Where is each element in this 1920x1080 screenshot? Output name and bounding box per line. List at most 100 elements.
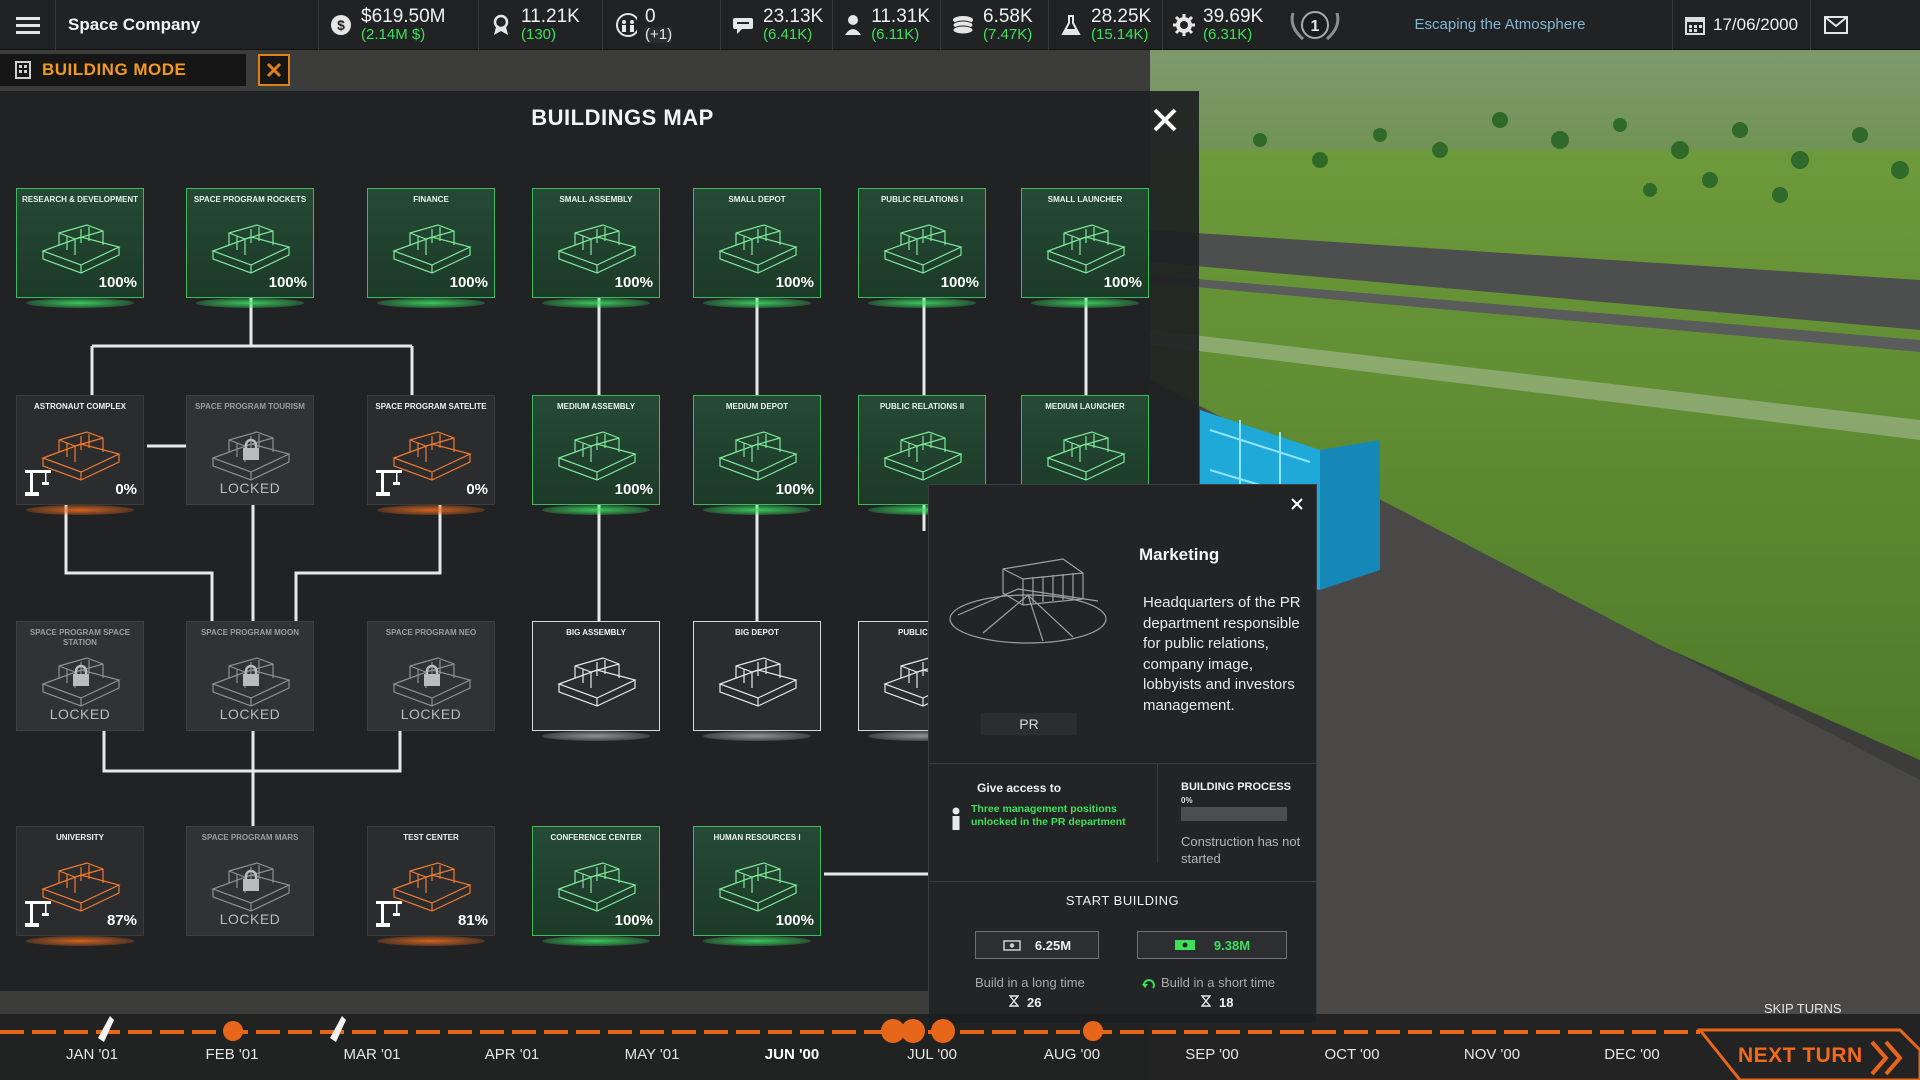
building-card-medium-assembly[interactable]: Medium Assembly100% [532, 395, 660, 505]
card-glow [868, 298, 976, 308]
card-glow [377, 298, 485, 308]
mail-button[interactable] [1810, 0, 1860, 50]
resource-people[interactable]: 11.31K(6.11K) [832, 0, 940, 50]
building-card-space-program-mars[interactable]: Space Program MarsLOCKED [186, 826, 314, 936]
calendar-icon [1685, 15, 1705, 35]
building-name: Finance [372, 195, 490, 205]
building-card-space-program-satelite[interactable]: Space Program Satelite0% [367, 395, 495, 505]
resource-change: (6.31K) [1203, 27, 1263, 43]
month-label[interactable]: OCT '00 [1324, 1046, 1379, 1063]
resource-science[interactable]: 28.25K(15.14K) [1048, 0, 1162, 50]
month-label[interactable]: SEP '00 [1185, 1046, 1238, 1063]
building-card-space-program-moon[interactable]: Space Program MoonLOCKED [186, 621, 314, 731]
building-card-astronaut-complex[interactable]: Astronaut Complex0% [16, 395, 144, 505]
date-display: 17/06/2000 [1672, 0, 1810, 50]
build-percent: 100% [941, 274, 979, 291]
resource-values: 11.21K(130) [521, 7, 580, 43]
month-label[interactable]: APR '01 [485, 1046, 540, 1063]
month-label[interactable]: JAN '01 [66, 1046, 118, 1063]
next-turn-button[interactable]: NEXT TURN [1738, 1044, 1863, 1068]
hourglass-icon [1009, 995, 1019, 1007]
resource-fans[interactable]: 23.13K(6.41K) [720, 0, 832, 50]
building-card-small-assembly[interactable]: Small Assembly100% [532, 188, 660, 298]
resource-value: 11.31K [871, 7, 930, 27]
building-mode-bar: BUILDING MODE [0, 54, 290, 86]
card-glow [542, 505, 650, 515]
building-mode-label: BUILDING MODE [42, 60, 186, 80]
resource-coins[interactable]: 6.58K(7.47K) [940, 0, 1048, 50]
building-card-space-program-neo[interactable]: Space Program NEOLOCKED [367, 621, 495, 731]
building-card-big-assembly[interactable]: Big Assembly [532, 621, 660, 731]
build-percent: 100% [615, 274, 653, 291]
building-card-space-program-space-station[interactable]: Space Program Space StationLOCKED [16, 621, 144, 731]
construction-crane-icon [376, 897, 402, 927]
month-label[interactable]: FEB '01 [206, 1046, 259, 1063]
card-glow [377, 505, 485, 515]
building-card-conference-center[interactable]: Conference Center 100% [532, 826, 660, 936]
building-card-test-center[interactable]: Test Center81% [367, 826, 495, 936]
build-long-button[interactable]: 6.25M [975, 931, 1099, 959]
building-name: Medium Depot [698, 402, 816, 412]
resource-change: (6.41K) [763, 27, 823, 43]
lock-icon [70, 664, 92, 688]
building-card-university[interactable]: University87% [16, 826, 144, 936]
building-name: Small Depot [698, 195, 816, 205]
locked-label: LOCKED [187, 480, 313, 496]
level-badge-icon: 1 [1283, 5, 1347, 45]
close-icon [266, 62, 282, 78]
people-icon [843, 13, 863, 37]
month-label[interactable]: NOV '00 [1464, 1046, 1520, 1063]
level-emblem[interactable]: 1 [1270, 5, 1360, 45]
month-label[interactable]: JUL '00 [907, 1046, 957, 1063]
month-label[interactable]: AUG '00 [1044, 1046, 1100, 1063]
building-card-small-depot[interactable]: Small Depot100% [693, 188, 821, 298]
building-card-small-launcher[interactable]: Small Launcher100% [1021, 188, 1149, 298]
month-label[interactable]: MAY '01 [625, 1046, 680, 1063]
month-label[interactable]: JUN '00 [765, 1046, 819, 1063]
skip-turns-button[interactable]: SKIP TURNS [1764, 1001, 1842, 1016]
building-name: Conference Center [537, 833, 655, 843]
resource-money[interactable]: $ $619.50M(2.14M $) [318, 0, 478, 50]
locked-label: LOCKED [187, 911, 313, 927]
resource-reputation[interactable]: 11.21K(130) [478, 0, 602, 50]
card-glow [542, 731, 650, 741]
card-glow [377, 936, 485, 946]
building-name: Test Center [372, 833, 490, 843]
resource-gear[interactable]: 39.69K(6.31K) [1162, 0, 1270, 50]
resource-value: 39.69K [1203, 7, 1263, 27]
company-name: Space Company [56, 15, 318, 35]
employees-icon [613, 13, 637, 37]
month-label[interactable]: DEC '00 [1604, 1046, 1659, 1063]
month-label[interactable]: MAR '01 [343, 1046, 400, 1063]
resource-value: $619.50M [361, 7, 446, 27]
building-card-public-relations-i[interactable]: Public Relations I100% [858, 188, 986, 298]
resource-change: (+1) [645, 27, 672, 43]
fast-build-icon [1141, 977, 1157, 991]
svg-text:$: $ [337, 17, 345, 33]
build-percent: 87% [107, 912, 137, 929]
resource-change: (2.14M $) [361, 27, 446, 43]
resource-value: 0 [645, 7, 672, 27]
building-card-big-depot[interactable]: Big Depot [693, 621, 821, 731]
building-card-medium-depot[interactable]: Medium Depot100% [693, 395, 821, 505]
building-card-finance[interactable]: Finance100% [367, 188, 495, 298]
resource-value: 23.13K [763, 7, 823, 27]
close-popup-button[interactable] [1286, 493, 1308, 515]
card-glow [196, 298, 304, 308]
building-card-space-program-tourism[interactable]: Space Program TourismLOCKED [186, 395, 314, 505]
access-heading: Give access to [977, 781, 1061, 795]
process-status: Construction has not started [1181, 833, 1301, 867]
resource-values: 28.25K(15.14K) [1091, 7, 1151, 43]
build-short-button[interactable]: 9.38M [1137, 931, 1287, 959]
exit-building-mode-button[interactable] [258, 54, 290, 86]
locked-label: LOCKED [187, 706, 313, 722]
menu-button[interactable] [0, 0, 56, 50]
lock-icon [240, 664, 262, 688]
resource-employees[interactable]: 0(+1) [602, 0, 720, 50]
building-card-space-program-rockets[interactable]: Space Program Rockets100% [186, 188, 314, 298]
build-percent: 100% [615, 912, 653, 929]
building-card-human-resources-i[interactable]: Human Resources I100% [693, 826, 821, 936]
mission-name[interactable]: Escaping the Atmosphere [1360, 16, 1640, 33]
build-percent: 0% [115, 481, 137, 498]
building-card-research-development[interactable]: Research & Development100% [16, 188, 144, 298]
